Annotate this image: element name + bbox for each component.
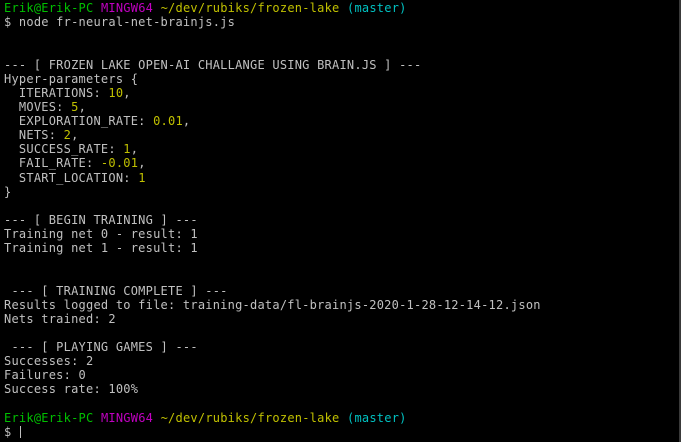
- begin-training-header: --- [ BEGIN TRAINING ] ---: [4, 212, 198, 227]
- playing-games-header: --- [ PLAYING GAMES ] ---: [4, 340, 198, 354]
- prompt-path: ~/dev/rubiks/frozen-lake: [160, 410, 340, 425]
- param-key: FAIL_RATE:: [4, 156, 101, 171]
- param-key: MOVES:: [4, 99, 72, 114]
- results-logged: Results logged to file: training-data/fl…: [4, 297, 541, 312]
- param-line: EXPLORATION_RATE: 0.01,: [4, 114, 679, 128]
- param-line: FAIL_RATE: -0.01,: [4, 156, 679, 170]
- param-sep: ,: [138, 156, 146, 171]
- param-value: 2: [63, 128, 72, 143]
- command-line: $ node fr-neural-net-brainjs.js: [4, 15, 236, 30]
- param-value: -0.01: [100, 156, 139, 171]
- param-key: START_LOCATION:: [4, 170, 139, 185]
- success-rate: Success rate: 100%: [4, 382, 139, 397]
- param-value: 5: [71, 99, 79, 114]
- param-key: EXPLORATION_RATE:: [4, 114, 154, 128]
- param-key: SUCCESS_RATE:: [4, 142, 124, 157]
- text-cursor: [19, 426, 21, 439]
- command-input[interactable]: $: [4, 425, 679, 439]
- nets-trained: Nets trained: 2: [4, 311, 116, 326]
- param-key: ITERATIONS:: [4, 85, 109, 100]
- failures: Failures: 0: [4, 368, 87, 383]
- prompt-user: Erik@Erik-PC: [4, 410, 94, 425]
- prompt-system: MINGW64: [100, 410, 154, 425]
- prompt-path: ~/dev/rubiks/frozen-lake: [160, 1, 340, 15]
- shell-prompt: Erik@Erik-PC MINGW64 ~/dev/rubiks/frozen…: [4, 1, 679, 15]
- param-value: 0.01: [153, 114, 183, 128]
- param-sep: ,: [123, 85, 131, 100]
- param-line: START_LOCATION: 1: [4, 171, 679, 185]
- terminal-window[interactable]: Erik@Erik-PC MINGW64 ~/dev/rubiks/frozen…: [0, 0, 681, 442]
- training-result: Training net 0 - result: 1: [4, 227, 198, 241]
- param-sep: ,: [182, 114, 191, 128]
- shell-prompt: Erik@Erik-PC MINGW64 ~/dev/rubiks/frozen…: [4, 411, 679, 425]
- param-line: SUCCESS_RATE: 1,: [4, 142, 679, 156]
- param-sep: ,: [71, 128, 79, 143]
- output-header: --- [ FROZEN LAKE OPEN-AI CHALLANGE USIN…: [4, 57, 422, 72]
- param-line: MOVES: 5,: [4, 100, 679, 114]
- param-sep: ,: [78, 99, 87, 114]
- param-line: ITERATIONS: 10,: [4, 86, 679, 100]
- training-complete-header: --- [ TRAINING COMPLETE ] ---: [4, 283, 228, 298]
- param-line: NETS: 2,: [4, 128, 679, 142]
- param-value: 1: [138, 170, 146, 185]
- training-result: Training net 1 - result: 1: [4, 241, 198, 256]
- prompt-branch: (master): [346, 410, 407, 425]
- prompt-symbol: $: [4, 424, 19, 439]
- hyper-parameters-open: Hyper-parameters {: [4, 71, 139, 86]
- prompt-user: Erik@Erik-PC: [4, 1, 94, 15]
- prompt-system: MINGW64: [100, 1, 154, 15]
- hyper-parameters-close: }: [4, 184, 12, 199]
- param-value: 10: [108, 85, 124, 100]
- param-value: 1: [123, 142, 131, 157]
- successes: Successes: 2: [4, 354, 94, 369]
- param-sep: ,: [130, 142, 139, 157]
- param-key: NETS:: [4, 128, 64, 143]
- prompt-branch: (master): [346, 1, 407, 15]
